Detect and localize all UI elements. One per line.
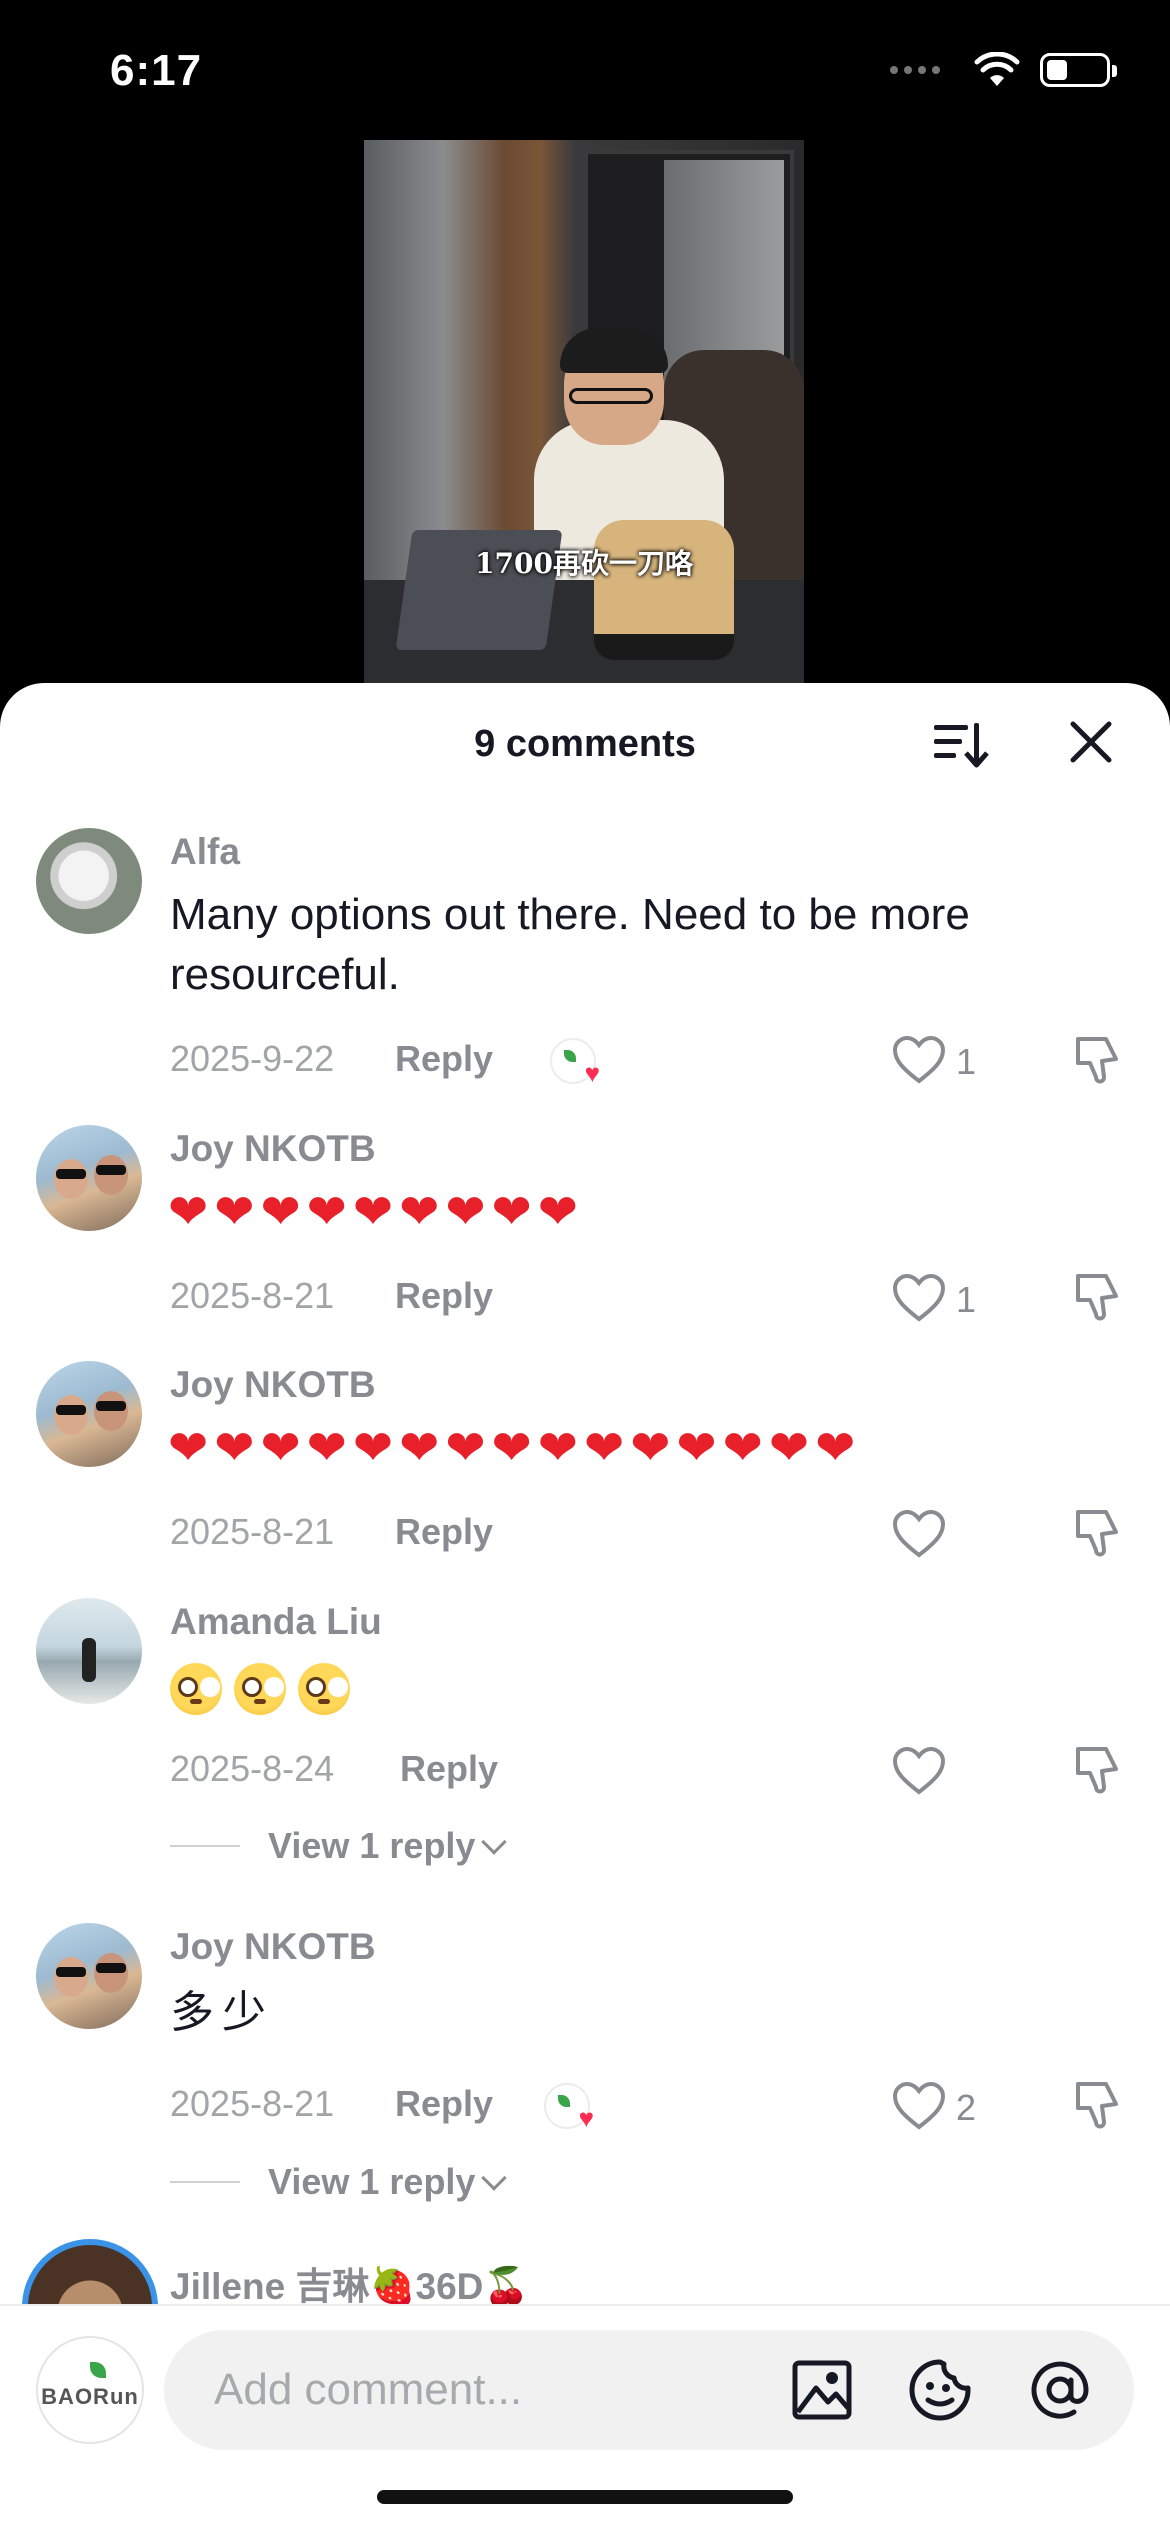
- comment-text: ❤❤❤❤❤❤❤❤❤❤❤❤❤❤❤: [168, 1422, 862, 1475]
- heart-icon: ♥: [578, 2103, 594, 2133]
- avatar[interactable]: [36, 1361, 142, 1467]
- comment-username[interactable]: Joy NKOTB: [170, 1128, 376, 1170]
- reply-button[interactable]: Reply: [395, 2083, 493, 2125]
- dislike-icon[interactable]: [1070, 1270, 1124, 1324]
- avatar[interactable]: [36, 1923, 142, 2029]
- leaf-icon: [90, 2362, 106, 2378]
- creator-liked-badge: ♥: [544, 2083, 594, 2131]
- dislike-icon[interactable]: [1070, 1033, 1124, 1087]
- avatar[interactable]: [36, 828, 142, 934]
- dislike-icon[interactable]: [1070, 1743, 1124, 1797]
- view-replies-label: View 1 reply: [268, 1825, 476, 1866]
- like-heart-icon[interactable]: [892, 1509, 946, 1559]
- mention-icon[interactable]: [1028, 2358, 1092, 2422]
- view-replies-button[interactable]: View 1 reply: [170, 2161, 508, 2203]
- comment-date: 2025-8-21: [170, 1275, 335, 1316]
- brand-logo-text: BAORun: [41, 2384, 139, 2409]
- comment-meta: 2025-8-24 Reply: [170, 1748, 498, 1790]
- comment-meta: 2025-8-21 Reply: [170, 2083, 493, 2125]
- comment-meta: 2025-9-22 Reply: [170, 1038, 493, 1080]
- video-player[interactable]: 1700再砍一刀咯: [364, 140, 804, 685]
- avatar[interactable]: [36, 1125, 142, 1231]
- flushed-face-icon: [298, 1663, 350, 1715]
- current-user-avatar[interactable]: BAORun: [36, 2336, 144, 2444]
- comment-emoji-text: [170, 1663, 350, 1715]
- signal-icon: [890, 66, 940, 74]
- chevron-down-icon: [481, 1829, 508, 1855]
- sticker-icon[interactable]: [908, 2358, 972, 2422]
- comment-date: 2025-8-21: [170, 2083, 335, 2124]
- reply-button[interactable]: Reply: [395, 1275, 493, 1317]
- sort-icon[interactable]: [930, 717, 990, 771]
- comments-sheet: 9 comments Alfa Many options out there. …: [0, 683, 1170, 2532]
- comment-username[interactable]: Alfa: [170, 831, 240, 873]
- comments-count: 9 comments: [474, 723, 696, 765]
- home-indicator: [377, 2490, 793, 2504]
- heart-icon: ♥: [584, 1058, 600, 1088]
- comment-text: ❤❤❤❤❤❤❤❤❤: [168, 1186, 584, 1239]
- status-bar: 6:17: [0, 0, 1170, 140]
- comment-text: 多少: [170, 1988, 274, 2037]
- comment-username[interactable]: Jillene 吉琳🍓36D🍒: [170, 2256, 529, 2310]
- battery-icon: [1040, 53, 1117, 87]
- comment-date: 2025-8-21: [170, 1511, 335, 1552]
- flushed-face-icon: [234, 1663, 286, 1715]
- wifi-icon: [974, 52, 1020, 86]
- comment-meta: 2025-8-21 Reply: [170, 1275, 493, 1317]
- creator-liked-badge: ♥: [550, 1038, 600, 1086]
- comment-text: Many options out there. Need to be more …: [170, 890, 970, 999]
- add-comment-input[interactable]: [164, 2330, 1134, 2450]
- dislike-icon[interactable]: [1070, 2078, 1124, 2132]
- image-icon[interactable]: [790, 2358, 854, 2422]
- status-icons: [890, 52, 1117, 88]
- like-count: 2: [956, 2087, 977, 2128]
- like-heart-icon[interactable]: [892, 1746, 946, 1796]
- view-replies-label: View 1 reply: [268, 2161, 476, 2202]
- view-replies-button[interactable]: View 1 reply: [170, 1825, 508, 1867]
- comment-date: 2025-8-24: [170, 1748, 335, 1789]
- comment-username[interactable]: Amanda Liu: [170, 1601, 382, 1643]
- like-count: 1: [956, 1041, 977, 1082]
- like-heart-icon[interactable]: [892, 1273, 946, 1323]
- video-caption: 1700再砍一刀咯: [475, 547, 693, 580]
- reply-button[interactable]: Reply: [395, 1511, 493, 1553]
- avatar[interactable]: [36, 1598, 142, 1704]
- chevron-down-icon: [481, 2165, 508, 2191]
- comment-meta: 2025-8-21 Reply: [170, 1511, 493, 1553]
- sheet-header: 9 comments: [0, 683, 1170, 803]
- close-icon[interactable]: [1068, 719, 1114, 765]
- like-heart-icon[interactable]: [892, 2081, 946, 2131]
- reply-button[interactable]: Reply: [400, 1748, 498, 1790]
- status-time: 6:17: [110, 46, 203, 95]
- reply-button[interactable]: Reply: [395, 1038, 493, 1080]
- comment-username[interactable]: Joy NKOTB: [170, 1364, 376, 1406]
- like-count: 1: [956, 1279, 977, 1320]
- like-heart-icon[interactable]: [892, 1035, 946, 1085]
- comment-date: 2025-9-22: [170, 1038, 335, 1079]
- flushed-face-icon: [170, 1663, 222, 1715]
- comment-username[interactable]: Joy NKOTB: [170, 1926, 376, 1968]
- dislike-icon[interactable]: [1070, 1506, 1124, 1560]
